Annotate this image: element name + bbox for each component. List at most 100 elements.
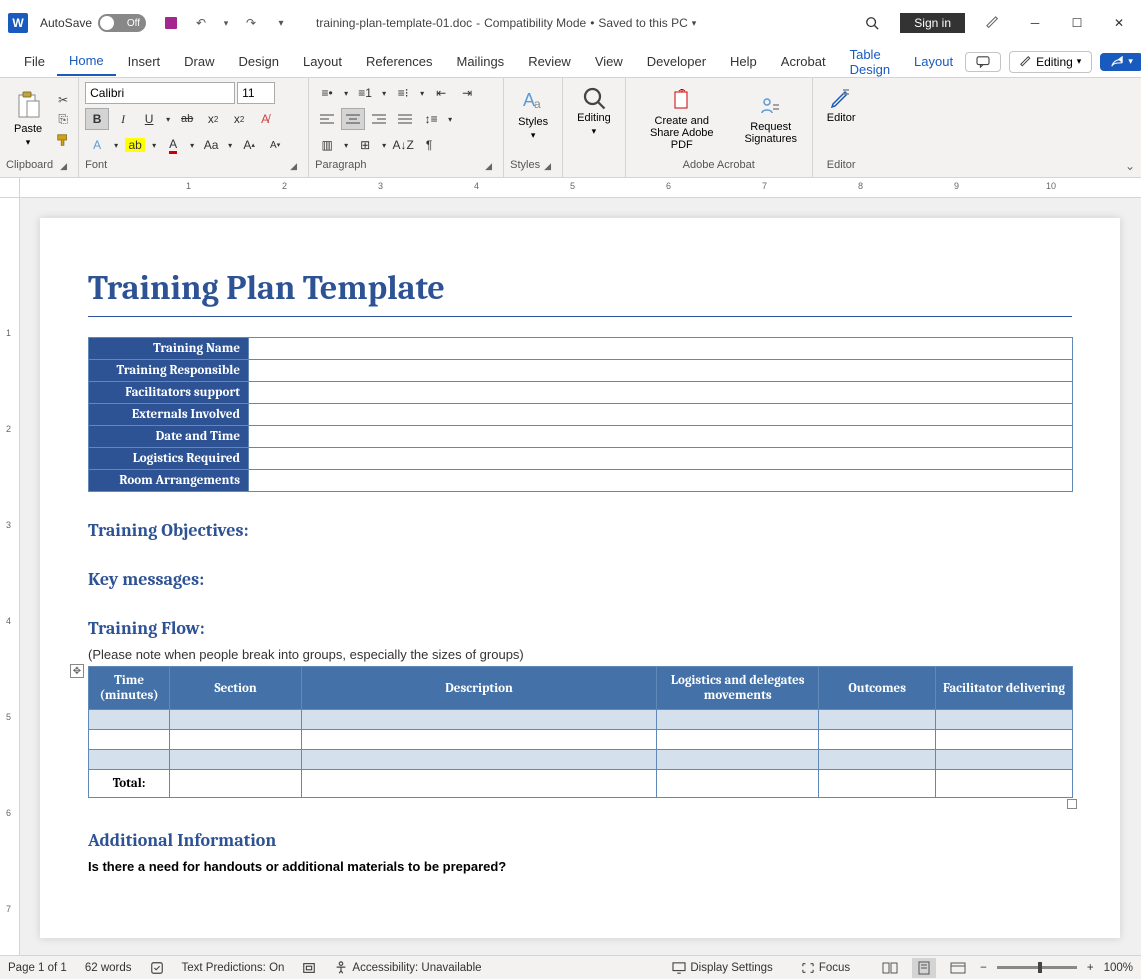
tab-design[interactable]: Design: [227, 48, 291, 75]
undo-icon[interactable]: ↶: [192, 14, 210, 32]
multilevel-dropdown-icon[interactable]: ▾: [417, 82, 427, 104]
word-count[interactable]: 62 words: [85, 962, 132, 974]
cut-icon[interactable]: ✂: [54, 91, 72, 109]
read-mode-icon[interactable]: [878, 958, 902, 978]
zoom-level[interactable]: 100%: [1104, 962, 1133, 974]
info-table[interactable]: Training Name Training Responsible Facil…: [88, 337, 1073, 492]
flow-table[interactable]: Time (minutes) Section Description Logis…: [88, 666, 1073, 798]
tab-insert[interactable]: Insert: [116, 48, 173, 75]
styles-launcher-icon[interactable]: ◢: [544, 161, 556, 173]
tab-home[interactable]: Home: [57, 47, 116, 76]
tab-help[interactable]: Help: [718, 48, 769, 75]
table-resize-handle-icon[interactable]: [1067, 799, 1077, 809]
info-value[interactable]: [249, 382, 1073, 404]
bold-button[interactable]: B: [85, 108, 109, 130]
text-predictions[interactable]: Text Predictions: On: [182, 962, 285, 974]
borders-dropdown-icon[interactable]: ▾: [379, 134, 389, 156]
col-description[interactable]: Description: [302, 667, 657, 710]
tab-developer[interactable]: Developer: [635, 48, 718, 75]
autosave-toggle[interactable]: Off: [98, 14, 146, 32]
align-center-button[interactable]: [341, 108, 365, 130]
multilevel-button[interactable]: ≡⁝: [391, 82, 415, 104]
font-launcher-icon[interactable]: ◢: [290, 161, 302, 173]
col-outcomes[interactable]: Outcomes: [819, 667, 936, 710]
subscript-button[interactable]: x2: [201, 108, 225, 130]
format-painter-icon[interactable]: [54, 131, 72, 149]
qat-customize-icon[interactable]: ▾: [272, 14, 290, 32]
zoom-slider[interactable]: [997, 966, 1077, 969]
styles-button[interactable]: Aa Styles ▾: [510, 82, 556, 145]
saved-dropdown-icon[interactable]: ▾: [692, 18, 697, 29]
clipboard-launcher-icon[interactable]: ◢: [60, 161, 72, 173]
zoom-out-icon[interactable]: −: [980, 962, 987, 974]
info-value[interactable]: [249, 426, 1073, 448]
share-button[interactable]: ▾: [1100, 53, 1141, 71]
page-status[interactable]: Page 1 of 1: [8, 962, 67, 974]
tab-view[interactable]: View: [583, 48, 635, 75]
info-label[interactable]: Training Responsible: [89, 360, 249, 382]
info-label[interactable]: Date and Time: [89, 426, 249, 448]
coming-soon-icon[interactable]: [979, 9, 1007, 37]
font-color-button[interactable]: A: [161, 134, 185, 156]
justify-button[interactable]: [393, 108, 417, 130]
additional-heading[interactable]: Additional Information: [88, 830, 1072, 851]
align-left-button[interactable]: [315, 108, 339, 130]
col-section[interactable]: Section: [170, 667, 302, 710]
keymessages-heading[interactable]: Key messages:: [88, 569, 1072, 590]
doc-title[interactable]: Training Plan Template: [88, 268, 1072, 308]
total-label[interactable]: Total:: [89, 770, 170, 798]
font-color-dropdown-icon[interactable]: ▾: [187, 134, 197, 156]
page[interactable]: Training Plan Template Training Name Tra…: [40, 218, 1120, 938]
col-facilitator[interactable]: Facilitator delivering: [936, 667, 1073, 710]
comments-button[interactable]: [965, 52, 1001, 72]
borders-button[interactable]: ⊞: [353, 134, 377, 156]
text-effects-button[interactable]: A: [85, 134, 109, 156]
info-value[interactable]: [249, 470, 1073, 492]
print-layout-icon[interactable]: [912, 958, 936, 978]
request-sig-button[interactable]: Request Signatures: [736, 82, 806, 157]
superscript-button[interactable]: x2: [227, 108, 251, 130]
shading-button[interactable]: ▥: [315, 134, 339, 156]
display-settings[interactable]: Display Settings: [672, 962, 772, 974]
tab-file[interactable]: File: [12, 48, 57, 75]
underline-button[interactable]: U: [137, 108, 161, 130]
page-scroll[interactable]: Training Plan Template Training Name Tra…: [20, 198, 1141, 955]
italic-button[interactable]: I: [111, 108, 135, 130]
ruler-vertical[interactable]: 1 2 3 4 5 6 7: [0, 198, 20, 955]
sort-button[interactable]: A↓Z: [391, 134, 415, 156]
strikethrough-button[interactable]: ab: [175, 108, 199, 130]
minimize-icon[interactable]: ─: [1021, 9, 1049, 37]
tab-table-layout[interactable]: Layout: [902, 48, 965, 75]
underline-dropdown-icon[interactable]: ▾: [163, 108, 173, 130]
font-name-combo[interactable]: [85, 82, 235, 104]
paste-button[interactable]: Paste ▾: [6, 82, 50, 157]
tab-layout[interactable]: Layout: [291, 48, 354, 75]
highlight-button[interactable]: ab: [123, 134, 147, 156]
maximize-icon[interactable]: ☐: [1063, 9, 1091, 37]
bullets-button[interactable]: ≡•: [315, 82, 339, 104]
align-right-button[interactable]: [367, 108, 391, 130]
info-value[interactable]: [249, 338, 1073, 360]
flow-note[interactable]: (Please note when people break into grou…: [88, 647, 1072, 662]
highlight-dropdown-icon[interactable]: ▾: [149, 134, 159, 156]
clear-format-icon[interactable]: A̸: [253, 108, 277, 130]
tab-draw[interactable]: Draw: [172, 48, 226, 75]
info-label[interactable]: Externals Involved: [89, 404, 249, 426]
decrease-indent-button[interactable]: ⇤: [429, 82, 453, 104]
info-label[interactable]: Room Arrangements: [89, 470, 249, 492]
tab-references[interactable]: References: [354, 48, 444, 75]
numbering-dropdown-icon[interactable]: ▾: [379, 82, 389, 104]
flow-heading[interactable]: Training Flow:: [88, 618, 1072, 639]
macro-icon[interactable]: [302, 961, 316, 975]
col-logistics[interactable]: Logistics and delegates movements: [657, 667, 819, 710]
increase-indent-button[interactable]: ⇥: [455, 82, 479, 104]
spelling-icon[interactable]: [150, 961, 164, 975]
numbering-button[interactable]: ≡1: [353, 82, 377, 104]
tab-review[interactable]: Review: [516, 48, 583, 75]
editing-mode-button[interactable]: Editing ▾: [1009, 51, 1092, 73]
create-pdf-button[interactable]: Create and Share Adobe PDF: [632, 82, 732, 157]
info-label[interactable]: Facilitators support: [89, 382, 249, 404]
paragraph-launcher-icon[interactable]: ◢: [485, 161, 497, 173]
info-value[interactable]: [249, 448, 1073, 470]
line-spacing-button[interactable]: ↕≡: [419, 108, 443, 130]
